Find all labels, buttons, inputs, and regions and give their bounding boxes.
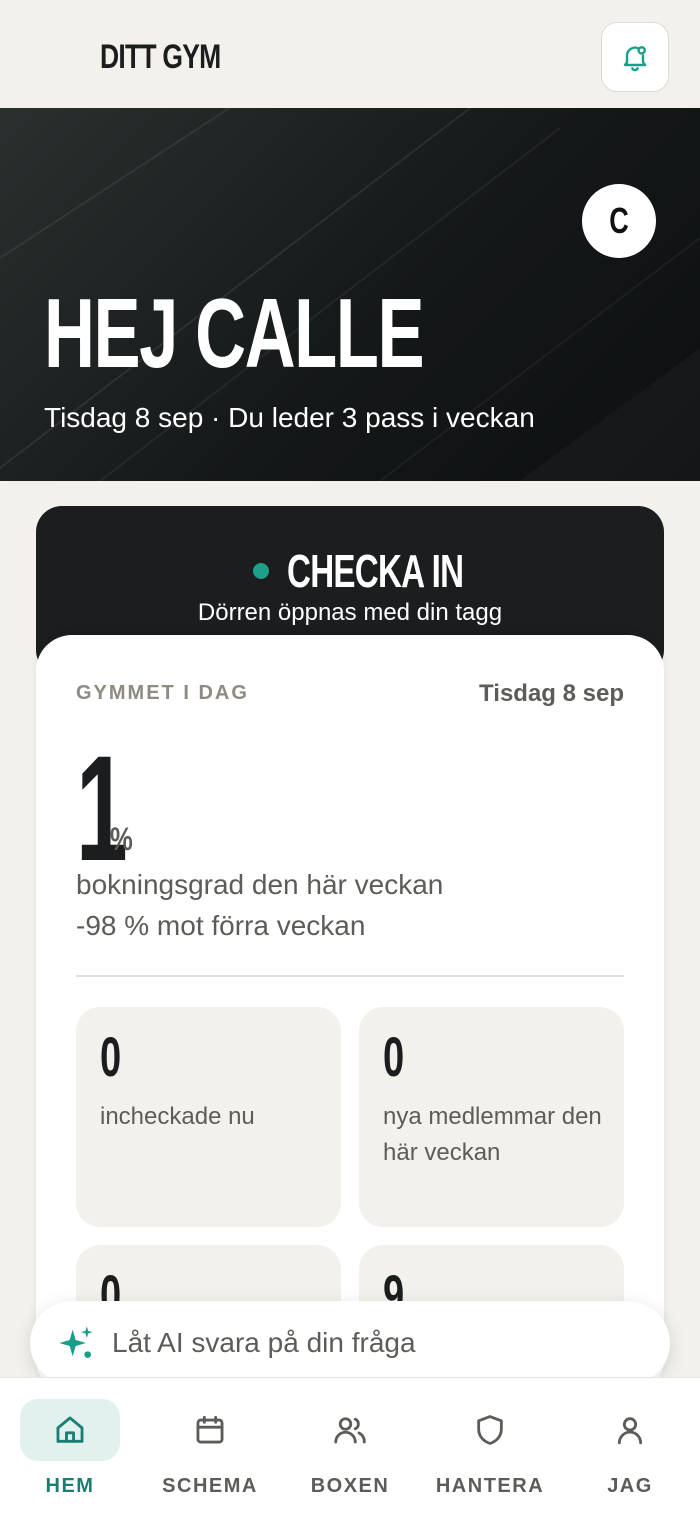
shield-icon xyxy=(477,1415,503,1445)
checkin-title-row: CHECKA IN xyxy=(36,544,664,598)
status-dot-icon xyxy=(253,563,269,579)
nav-item-boxen[interactable]: BOXEN xyxy=(280,1378,420,1515)
checkin-title: CHECKA IN xyxy=(287,545,464,597)
stat-value: 0 xyxy=(100,1025,122,1088)
nav-icon-wrap xyxy=(580,1399,680,1461)
gym-today-date: Tisdag 8 sep xyxy=(479,680,624,707)
users-icon xyxy=(334,1417,366,1444)
avatar-initial: C xyxy=(609,200,629,241)
bell-icon xyxy=(623,46,647,72)
stat-tile-checked-in[interactable]: 0 incheckade nu xyxy=(76,1007,341,1227)
nav-item-schema[interactable]: SCHEMA xyxy=(140,1378,280,1515)
nav-label: BOXEN xyxy=(310,1475,390,1497)
hero-banner: C HEJ CALLE Tisdag 8 sep · Du leder 3 pa… xyxy=(0,108,700,481)
nav-label: HEM xyxy=(45,1475,95,1497)
brand-logo-text: DITT GYM xyxy=(100,38,221,76)
nav-icon-wrap xyxy=(300,1399,400,1461)
avatar[interactable]: C xyxy=(582,184,656,258)
nav-icon-wrap xyxy=(440,1399,540,1461)
nav-item-hantera[interactable]: HANTERA xyxy=(420,1378,560,1515)
stat-value: 0 xyxy=(383,1025,405,1088)
notifications-button[interactable] xyxy=(601,22,669,92)
ai-question-bar[interactable]: Låt AI svara på din fråga xyxy=(30,1301,670,1385)
nav-label: JAG xyxy=(607,1475,653,1497)
ai-question-placeholder: Låt AI svara på din fråga xyxy=(112,1327,416,1358)
nav-item-hem[interactable]: HEM xyxy=(0,1378,140,1515)
booking-rate-label: bokningsgrad den här veckan xyxy=(76,869,444,900)
nav-label: SCHEMA xyxy=(162,1475,258,1497)
nav-label: HANTERA xyxy=(435,1475,545,1497)
nav-item-jag[interactable]: JAG xyxy=(560,1378,700,1515)
divider xyxy=(76,975,624,977)
stat-label: nya medlemmar den här veckan xyxy=(383,1103,602,1166)
nav-icon-wrap xyxy=(20,1399,120,1461)
booking-rate-value: 1 xyxy=(76,724,128,892)
greeting-title: HEJ CALLE xyxy=(44,278,425,388)
booking-rate-comparison: -98 % mot förra veckan xyxy=(76,910,366,941)
stat-label: incheckade nu xyxy=(100,1103,255,1130)
greeting-subtitle: Tisdag 8 sep · Du leder 3 pass i veckan xyxy=(44,402,535,433)
gym-today-card: GYMMET I DAG Tisdag 8 sep 1 % bokningsgr… xyxy=(36,635,664,1395)
calendar-icon xyxy=(196,1415,224,1444)
stat-tile-new-members[interactable]: 0 nya medlemmar den här veckan xyxy=(359,1007,624,1227)
home-icon xyxy=(56,1416,84,1443)
sparkles-icon xyxy=(59,1326,93,1358)
bottom-navigation: HEM SCHEMA BOXEN HANTERA JAG xyxy=(0,1377,700,1515)
user-icon xyxy=(617,1417,643,1445)
gym-today-label: GYMMET I DAG xyxy=(76,682,249,704)
checkin-subtitle: Dörren öppnas med din tagg xyxy=(197,599,503,626)
booking-rate-unit: % xyxy=(110,821,133,857)
top-bar: DITT GYM xyxy=(0,0,700,108)
nav-icon-wrap xyxy=(160,1399,260,1461)
